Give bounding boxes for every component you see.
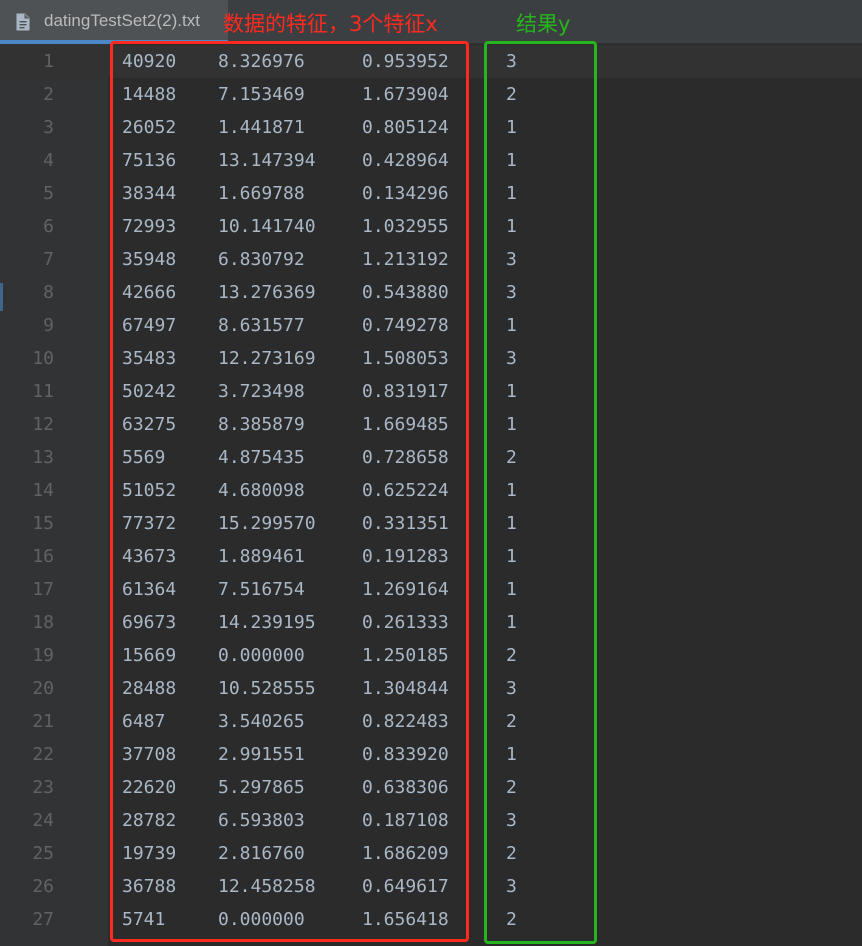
- line-number: 11: [32, 381, 54, 402]
- line-number: 6: [43, 216, 54, 237]
- line-number: 4: [43, 150, 54, 171]
- line-number: 25: [32, 843, 54, 864]
- line-number: 16: [32, 546, 54, 567]
- features-highlight-box: [110, 41, 469, 942]
- line-number: 3: [43, 117, 54, 138]
- line-number: 8: [43, 282, 54, 303]
- line-number: 20: [32, 678, 54, 699]
- line-number: 24: [32, 810, 54, 831]
- line-number: 18: [32, 612, 54, 633]
- line-number: 19: [32, 645, 54, 666]
- line-number: 13: [32, 447, 54, 468]
- line-number: 1: [43, 51, 54, 72]
- line-number: 17: [32, 579, 54, 600]
- line-number: 27: [32, 909, 54, 930]
- line-number: 7: [43, 249, 54, 270]
- line-number: 9: [43, 315, 54, 336]
- line-number: 15: [32, 513, 54, 534]
- result-annotation-label: 结果y: [516, 12, 571, 36]
- features-annotation-label: 数据的特征，3个特征x: [223, 12, 438, 36]
- line-number: 12: [32, 414, 54, 435]
- line-number: 22: [32, 744, 54, 765]
- line-number: 5: [43, 183, 54, 204]
- line-number: 14: [32, 480, 54, 501]
- line-number: 21: [32, 711, 54, 732]
- file-tab-title: datingTestSet2(2).txt: [44, 11, 200, 30]
- line-number: 10: [32, 348, 54, 369]
- line-number: 2: [43, 84, 54, 105]
- line-number: 26: [32, 876, 54, 897]
- result-highlight-box: [484, 41, 597, 944]
- text-file-icon: [16, 13, 30, 31]
- line-number: 23: [32, 777, 54, 798]
- file-tab[interactable]: datingTestSet2(2).txt: [0, 0, 228, 44]
